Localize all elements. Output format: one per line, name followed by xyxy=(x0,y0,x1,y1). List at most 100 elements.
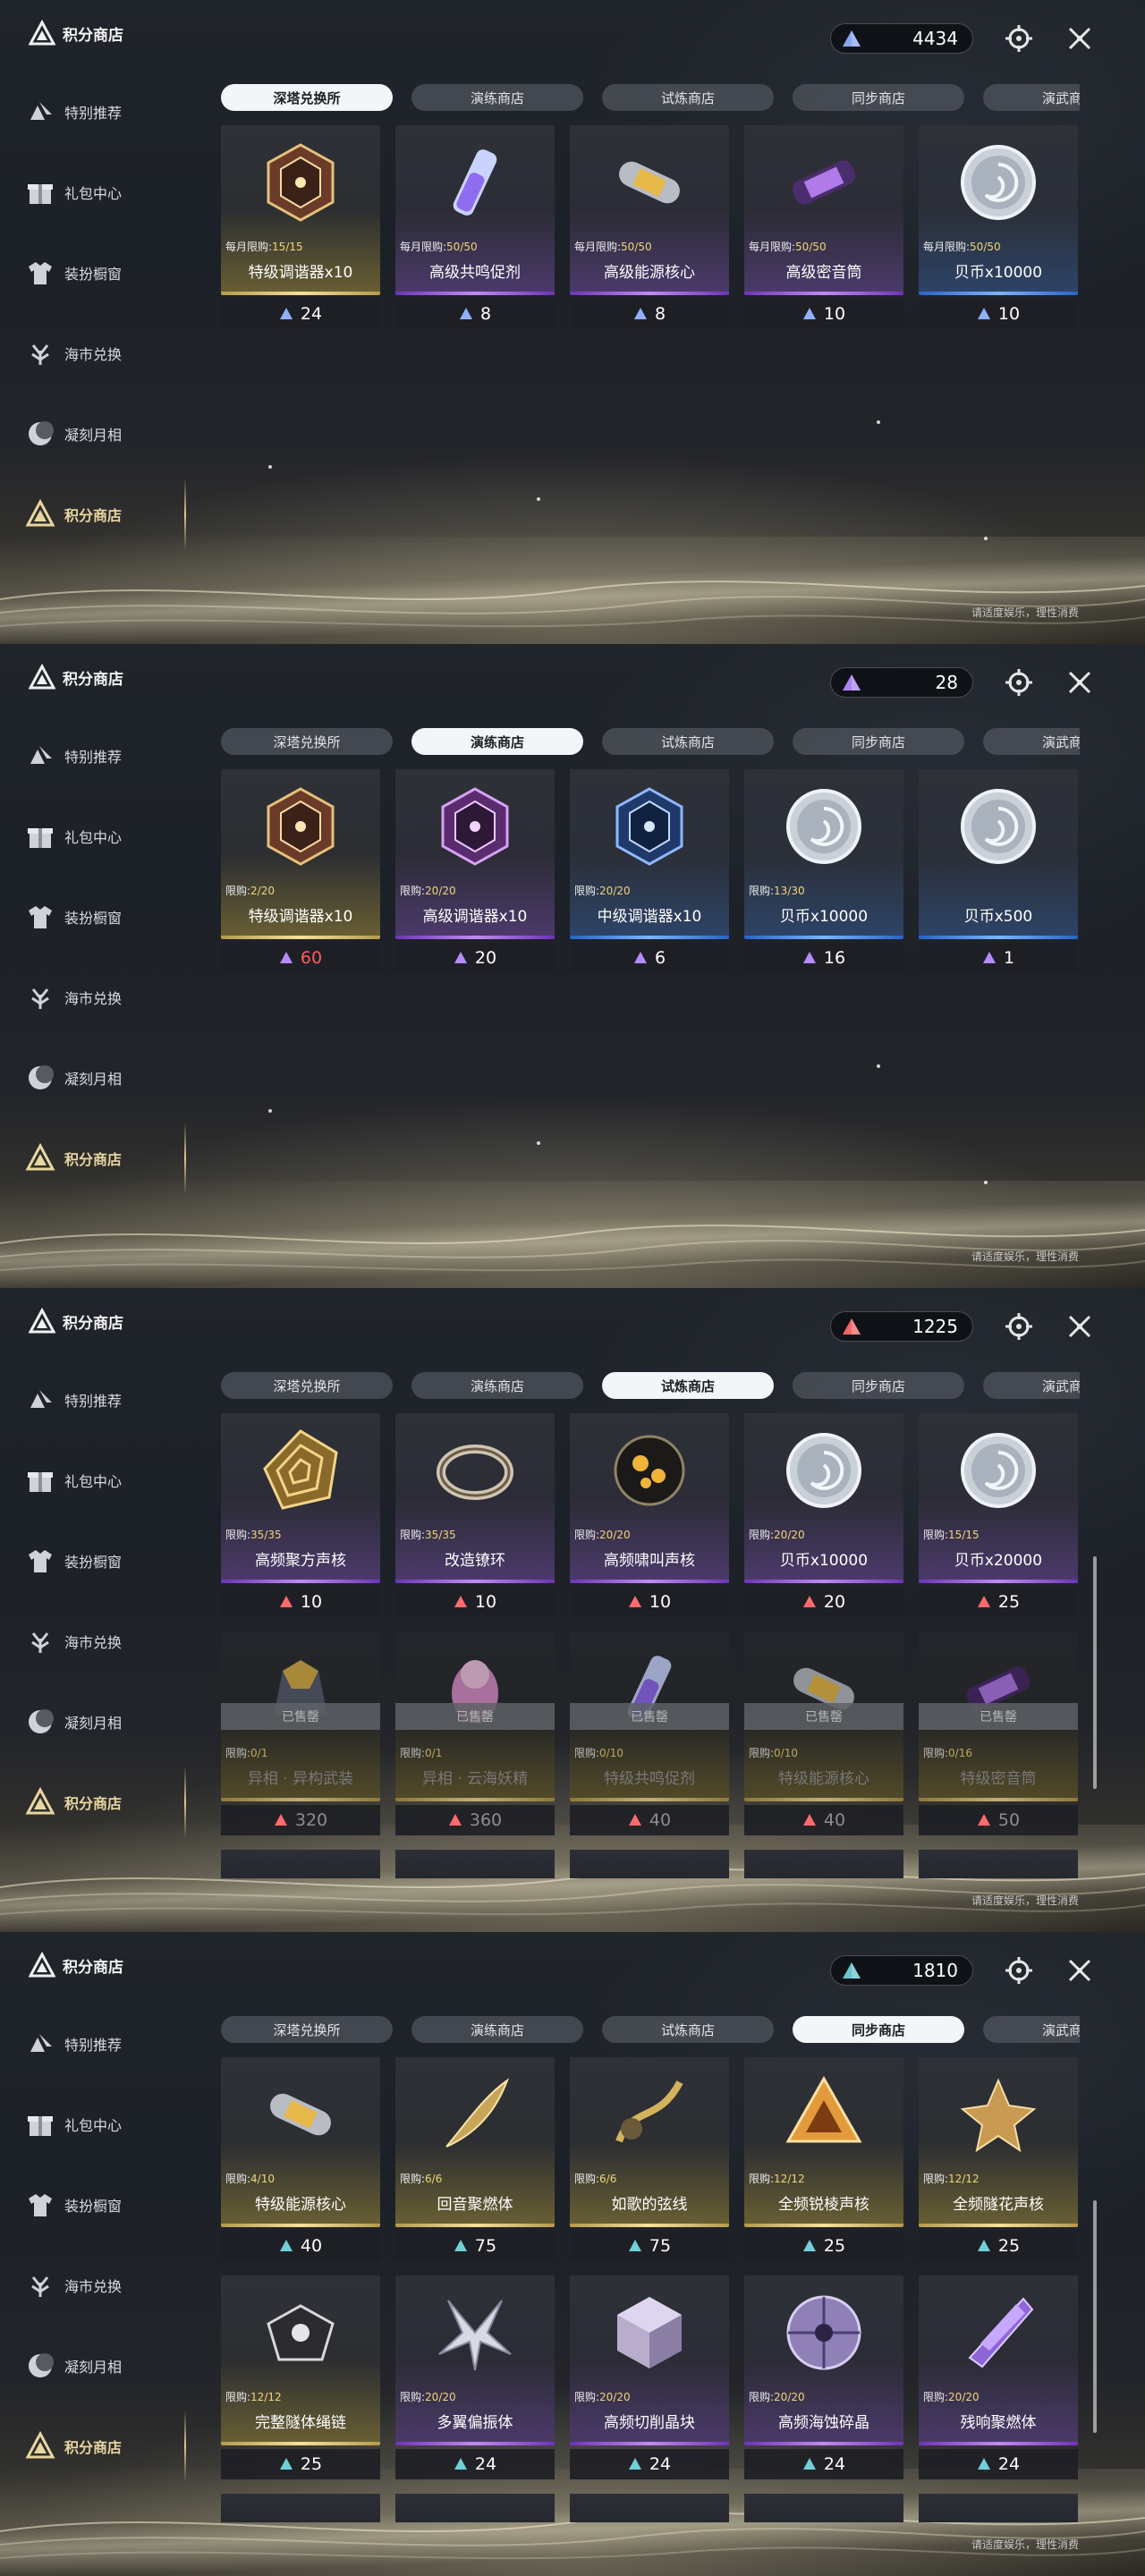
shop-item-card-partial[interactable] xyxy=(570,1850,729,1878)
shop-tab[interactable]: 演练商店 xyxy=(411,2016,583,2043)
shop-item-card[interactable]: 限购:20/20 高频啸叫声核 10 xyxy=(570,1413,729,1617)
sidebar-item[interactable]: 特别推荐 xyxy=(25,1360,195,1440)
sidebar-item[interactable]: 装扮橱窗 xyxy=(25,233,195,313)
shop-item-card[interactable]: 限购:2/20 特级调谐器x10 60 xyxy=(221,769,380,973)
target-button[interactable] xyxy=(1004,1311,1034,1342)
close-button[interactable] xyxy=(1064,1955,1095,1986)
shop-item-card-partial[interactable] xyxy=(744,1850,903,1878)
shop-tab[interactable]: 试炼商店 xyxy=(602,1372,774,1399)
shop-item-card[interactable]: 限购:12/12 全频隧花声核 25 xyxy=(919,2057,1078,2261)
sidebar-item[interactable]: 特别推荐 xyxy=(25,2004,195,2084)
sidebar-item[interactable]: 海市兑换 xyxy=(25,957,195,1038)
target-button[interactable] xyxy=(1004,23,1034,54)
sidebar-item[interactable]: 装扮橱窗 xyxy=(25,877,195,957)
sidebar-item[interactable]: 凝刻月相 xyxy=(25,394,195,474)
shop-item-card-partial[interactable] xyxy=(919,1850,1078,1878)
sidebar-item[interactable]: 装扮橱窗 xyxy=(25,1521,195,1601)
shop-item-card[interactable]: 限购:4/10 特级能源核心 40 xyxy=(221,2057,380,2261)
purchase-limit-label: 限购: xyxy=(225,2391,251,2403)
sidebar-item[interactable]: 装扮橱窗 xyxy=(25,2165,195,2245)
shop-item-card[interactable]: 限购:35/35 改造镣环 10 xyxy=(395,1413,555,1617)
shop-tab[interactable]: 演武商店 xyxy=(983,1372,1080,1399)
close-button[interactable] xyxy=(1064,1311,1095,1342)
shop-tab[interactable]: 同步商店 xyxy=(793,84,964,111)
shop-item-card-partial[interactable] xyxy=(919,2494,1078,2522)
shop-item-card-partial[interactable] xyxy=(570,2494,729,2522)
shop-item-card[interactable]: 贝币x500 1 xyxy=(919,769,1078,973)
sidebar-item[interactable]: 海市兑换 xyxy=(25,313,195,394)
shop-item-card[interactable]: 限购:20/20 高频海蚀碎晶 24 xyxy=(744,2275,903,2479)
shop-item-card[interactable]: 每月限购:50/50 贝币x10000 10 xyxy=(919,125,1078,329)
shop-item-card[interactable]: 限购:0/16 特级密音筒 已售罄 50 xyxy=(919,1631,1078,1835)
target-button[interactable] xyxy=(1004,1955,1034,1986)
shop-item-card[interactable]: 限购:15/15 贝币x20000 25 xyxy=(919,1413,1078,1617)
sidebar-item-icon-wrap xyxy=(25,1385,55,1415)
shop-tab[interactable]: 演武商店 xyxy=(983,84,1080,111)
sidebar-item[interactable]: 礼包中心 xyxy=(25,1440,195,1521)
shop-tab[interactable]: 试炼商店 xyxy=(602,728,774,755)
shop-item-card[interactable]: 限购:20/20 贝币x10000 20 xyxy=(744,1413,903,1617)
shop-tab[interactable]: 同步商店 xyxy=(793,2016,964,2043)
sidebar-item[interactable]: 积分商店 xyxy=(25,2406,195,2487)
sidebar-item[interactable]: 特别推荐 xyxy=(25,72,195,152)
teal-triangle-icon xyxy=(843,1962,861,1979)
shop-item-card[interactable]: 限购:12/12 完整隧体绳链 25 xyxy=(221,2275,380,2479)
target-button[interactable] xyxy=(1004,667,1034,698)
sidebar-item[interactable]: 礼包中心 xyxy=(25,152,195,233)
sidebar-item[interactable]: 凝刻月相 xyxy=(25,1682,195,1762)
shop-item-card[interactable]: 每月限购:50/50 高级共鸣促剂 8 xyxy=(395,125,555,329)
shop-item-card[interactable]: 限购:20/20 高级调谐器x10 20 xyxy=(395,769,555,973)
shop-tab[interactable]: 演练商店 xyxy=(411,1372,583,1399)
shop-item-card[interactable]: 限购:0/1 异相 · 异构武装 已售罄 320 xyxy=(221,1631,380,1835)
shop-item-card[interactable]: 限购:0/10 特级共鸣促剂 已售罄 40 xyxy=(570,1631,729,1835)
shop-tab[interactable]: 演练商店 xyxy=(411,728,583,755)
shop-item-card[interactable]: 限购:6/6 回音聚燃体 75 xyxy=(395,2057,555,2261)
close-button[interactable] xyxy=(1064,23,1095,54)
shop-item-card-partial[interactable] xyxy=(221,2494,380,2522)
shop-item-card-partial[interactable] xyxy=(221,1850,380,1878)
shop-tab[interactable]: 演练商店 xyxy=(411,84,583,111)
shop-tab[interactable]: 深塔兑换所 xyxy=(221,84,393,111)
shop-tab[interactable]: 试炼商店 xyxy=(602,84,774,111)
shop-item-card[interactable]: 限购:20/20 中级调谐器x10 6 xyxy=(570,769,729,973)
shop-item-card[interactable]: 每月限购:50/50 高级能源核心 8 xyxy=(570,125,729,329)
shop-tab[interactable]: 深塔兑换所 xyxy=(221,2016,393,2043)
shop-tab[interactable]: 同步商店 xyxy=(793,1372,964,1399)
sidebar-item[interactable]: 凝刻月相 xyxy=(25,1038,195,1118)
sidebar-item[interactable]: 特别推荐 xyxy=(25,716,195,796)
shop-item-card[interactable]: 限购:0/10 特级能源核心 已售罄 40 xyxy=(744,1631,903,1835)
sidebar-item[interactable]: 礼包中心 xyxy=(25,796,195,877)
shop-item-card-partial[interactable] xyxy=(744,2494,903,2522)
shop-item-card[interactable]: 限购:0/1 异相 · 云海妖精 已售罄 360 xyxy=(395,1631,555,1835)
shop-item-card-partial[interactable] xyxy=(395,1850,555,1878)
shop-tab[interactable]: 试炼商店 xyxy=(602,2016,774,2043)
sidebar-item[interactable]: 积分商店 xyxy=(25,1118,195,1199)
sidebar-star-icon xyxy=(30,2034,52,2052)
shop-tab[interactable]: 同步商店 xyxy=(793,728,964,755)
shop-item-card[interactable]: 限购:20/20 残响聚燃体 24 xyxy=(919,2275,1078,2479)
shop-item-card[interactable]: 限购:20/20 多翼偏振体 24 xyxy=(395,2275,555,2479)
sidebar-item[interactable]: 礼包中心 xyxy=(25,2084,195,2165)
shop-item-card[interactable]: 限购:6/6 如歌的弦线 75 xyxy=(570,2057,729,2261)
teal-triangle-icon xyxy=(977,2458,990,2470)
shop-item-card[interactable]: 每月限购:15/15 特级调谐器x10 24 xyxy=(221,125,380,329)
shop-item-card[interactable]: 限购:13/30 贝币x10000 16 xyxy=(744,769,903,973)
shop-item-card[interactable]: 限购:35/35 高频聚方声核 10 xyxy=(221,1413,380,1617)
shop-tab[interactable]: 深塔兑换所 xyxy=(221,728,393,755)
shop-item-card[interactable]: 限购:20/20 高频切削晶块 24 xyxy=(570,2275,729,2479)
close-button[interactable] xyxy=(1064,667,1095,698)
sidebar-item[interactable]: 积分商店 xyxy=(25,474,195,555)
scrollbar[interactable] xyxy=(1093,1556,1097,1789)
shop-item-card[interactable]: 限购:12/12 全频锐棱声核 25 xyxy=(744,2057,903,2261)
shop-tab[interactable]: 演武商店 xyxy=(983,2016,1080,2043)
shop-tab[interactable]: 演武商店 xyxy=(983,728,1080,755)
shop-item-card[interactable]: 每月限购:50/50 高级密音筒 10 xyxy=(744,125,903,329)
shop-tab[interactable]: 深塔兑换所 xyxy=(221,1372,393,1399)
scrollbar[interactable] xyxy=(1093,2200,1097,2433)
sidebar-item[interactable]: 积分商店 xyxy=(25,1762,195,1843)
sidebar-item[interactable]: 凝刻月相 xyxy=(25,2326,195,2406)
shop-item-card-partial[interactable] xyxy=(395,2494,555,2522)
sidebar-item[interactable]: 海市兑换 xyxy=(25,1601,195,1682)
purchase-limit-label: 限购: xyxy=(574,2173,600,2185)
sidebar-item[interactable]: 海市兑换 xyxy=(25,2245,195,2326)
